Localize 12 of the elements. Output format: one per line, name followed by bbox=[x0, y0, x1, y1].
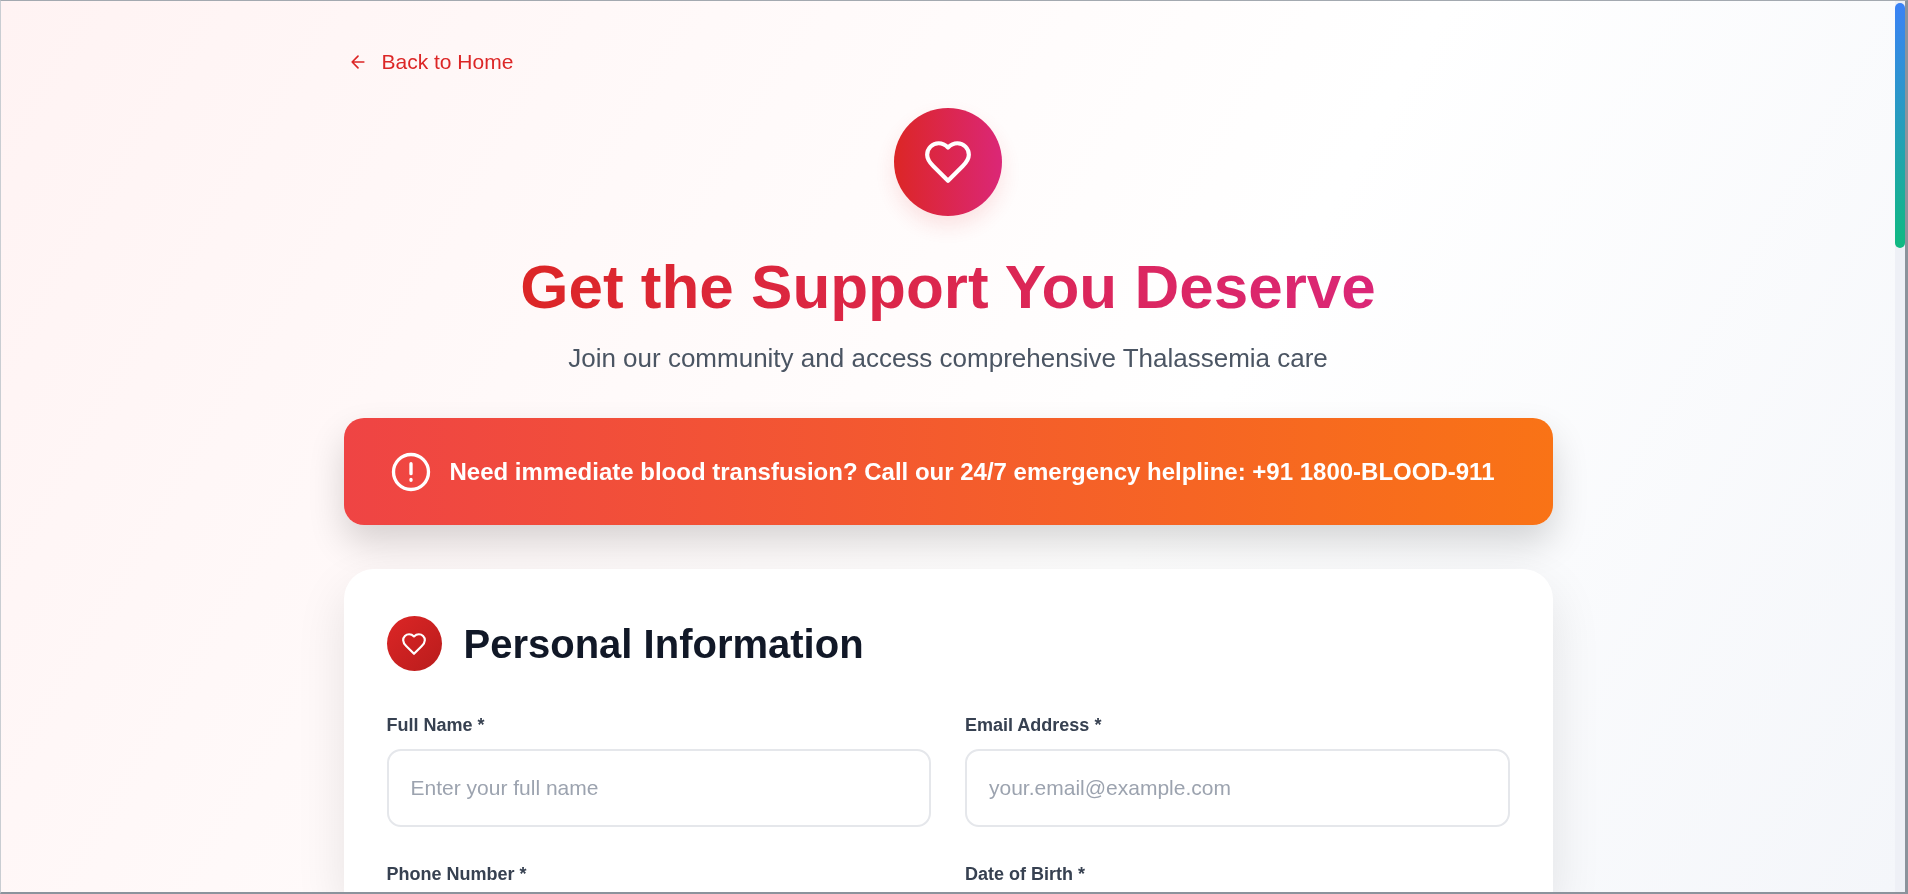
field-label: Date of Birth * bbox=[965, 864, 1085, 885]
section-title: Personal Information bbox=[463, 620, 864, 668]
input-field[interactable]: Enter your full name bbox=[386, 749, 931, 827]
field-label: Email Address * bbox=[965, 715, 1102, 736]
field-label: Full Name * bbox=[386, 715, 485, 736]
field-label: Phone Number * bbox=[386, 864, 527, 885]
scrollbar-thumb[interactable] bbox=[1895, 3, 1905, 248]
alert-message: Need immediate blood transfusion? Call our 24/7 emergency helpline: +91 1800-BLOOD-911 bbox=[449, 457, 1495, 486]
back-link[interactable]: Back to Home bbox=[347, 49, 514, 74]
page-subtitle: Join our community and access comprehensive Thalassemia care bbox=[568, 343, 1328, 373]
input-field[interactable]: your.email@example.com bbox=[965, 749, 1510, 827]
alert-icon bbox=[390, 451, 431, 492]
